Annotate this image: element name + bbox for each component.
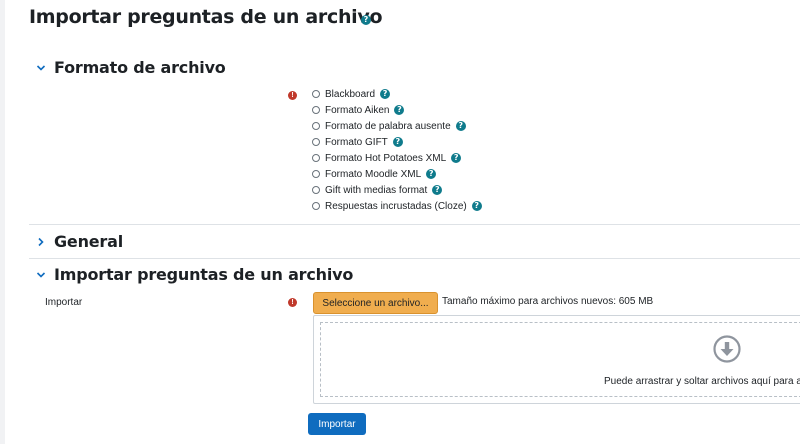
section-import-header[interactable]: Importar preguntas de un archivo [33, 265, 353, 284]
section-import-title: Importar preguntas de un archivo [54, 265, 354, 284]
radio-label: Formato Aiken [325, 104, 390, 116]
section-divider [29, 224, 800, 225]
radio-button[interactable] [312, 122, 320, 130]
radio-button[interactable] [312, 154, 320, 162]
radio-option-gift-medias[interactable]: Gift with medias format ? [312, 182, 482, 198]
radio-label: Formato GIFT [325, 136, 388, 148]
section-general-header[interactable]: General [33, 232, 123, 251]
radio-label: Formato de palabra ausente [325, 120, 451, 132]
help-icon[interactable]: ? [455, 121, 466, 131]
radio-option-gift[interactable]: Formato GIFT ? [312, 134, 482, 150]
dropzone-instructions: Puede arrastrar y soltar archivos aquí p… [604, 376, 800, 387]
required-icon: ! [288, 298, 297, 307]
page-title: Importar preguntas de un archivo [29, 6, 383, 28]
required-icon: ! [288, 91, 297, 100]
radio-label: Gift with medias format [325, 184, 428, 196]
import-submit-button[interactable]: Importar [308, 413, 366, 435]
radio-button[interactable] [312, 138, 320, 146]
chevron-down-icon[interactable] [33, 267, 49, 283]
help-icon[interactable]: ? [392, 137, 403, 147]
radio-option-moodle-xml[interactable]: Formato Moodle XML ? [312, 166, 482, 182]
download-icon [713, 335, 741, 363]
choose-file-button[interactable]: Seleccione un archivo... [313, 292, 438, 314]
radio-label: Respuestas incrustadas (Cloze) [325, 200, 467, 212]
help-icon[interactable]: ? [394, 105, 405, 115]
section-format-header[interactable]: Formato de archivo [33, 58, 226, 77]
radio-button[interactable] [312, 90, 320, 98]
left-sidebar-strip [0, 0, 5, 444]
radio-option-blackboard[interactable]: Blackboard ? [312, 86, 482, 102]
radio-option-cloze[interactable]: Respuestas incrustadas (Cloze) ? [312, 198, 482, 214]
help-icon[interactable]: ? [451, 153, 462, 163]
radio-button[interactable] [312, 170, 320, 178]
radio-label: Formato Moodle XML [325, 168, 422, 180]
radio-button[interactable] [312, 202, 320, 210]
section-general-title: General [54, 232, 123, 251]
section-divider [29, 258, 800, 259]
help-icon[interactable]: ? [432, 185, 443, 195]
help-icon[interactable]: ? [471, 201, 482, 211]
import-field-label: Importar [45, 297, 83, 308]
chevron-right-icon[interactable] [33, 234, 49, 250]
help-icon[interactable]: ? [426, 169, 437, 179]
radio-label: Formato Hot Potatoes XML [325, 152, 447, 164]
help-icon[interactable]: ? [361, 15, 371, 25]
max-file-size: Tamaño máximo para archivos nuevos: 605 … [442, 296, 654, 307]
help-icon[interactable]: ? [380, 89, 391, 99]
radio-button[interactable] [312, 186, 320, 194]
radio-option-missing-word[interactable]: Formato de palabra ausente ? [312, 118, 482, 134]
radio-button[interactable] [312, 106, 320, 114]
radio-label: Blackboard [325, 88, 376, 100]
chevron-down-icon[interactable] [33, 60, 49, 76]
format-radio-group: Blackboard ? Formato Aiken ? Formato de … [312, 86, 482, 214]
section-format-title: Formato de archivo [54, 58, 226, 77]
radio-option-aiken[interactable]: Formato Aiken ? [312, 102, 482, 118]
radio-option-hotpotatoes[interactable]: Formato Hot Potatoes XML ? [312, 150, 482, 166]
